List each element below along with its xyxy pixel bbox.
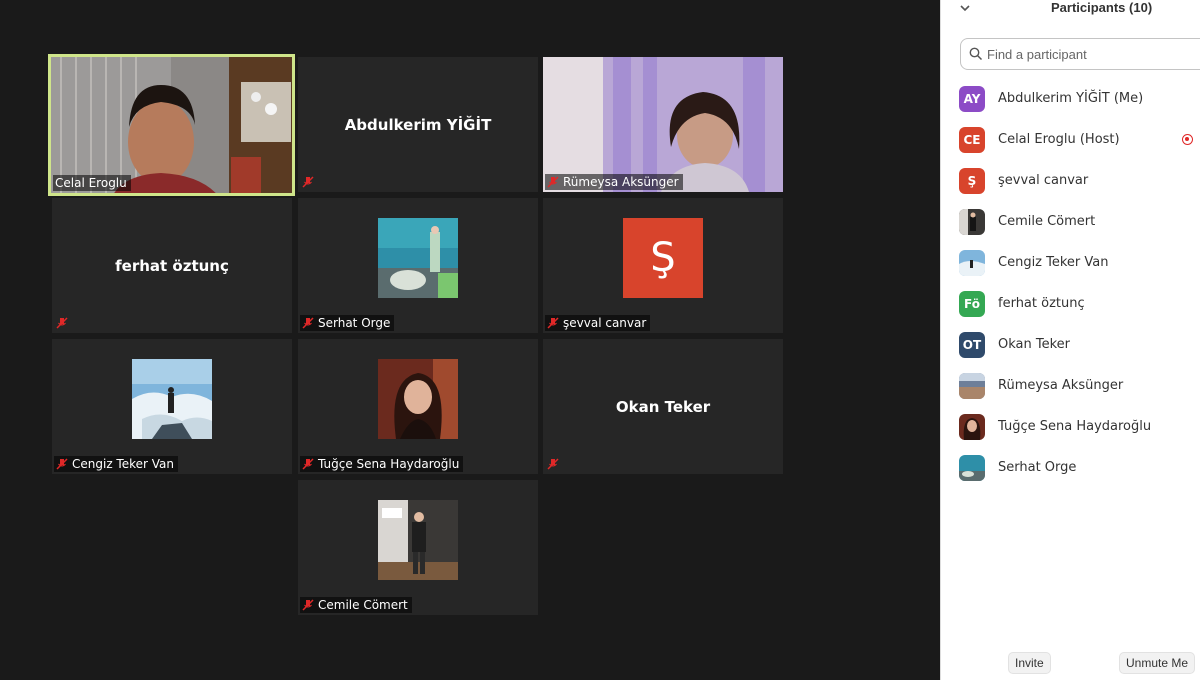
tile-caption: Cengiz Teker Van bbox=[54, 456, 178, 472]
tile-caption bbox=[545, 456, 563, 472]
tile-center-name: Okan Teker bbox=[615, 397, 711, 416]
tile-name-label: Rümeysa Aksünger bbox=[563, 175, 679, 189]
unmute-me-button[interactable]: Unmute Me bbox=[1119, 652, 1196, 674]
cengiz-profile-picture bbox=[132, 358, 212, 439]
tile-name-label: Tuğçe Sena Haydaroğlu bbox=[318, 457, 460, 471]
avatar-initials: Ş bbox=[967, 173, 977, 188]
tile-caption: şevval canvar bbox=[545, 315, 651, 331]
participant-row[interactable]: Fö ferhat öztunç bbox=[941, 283, 1200, 324]
participant-row[interactable]: Ş şevval canvar bbox=[941, 160, 1200, 201]
participant-name: Abdulkerim YİĞİT (Me) bbox=[998, 91, 1144, 106]
video-tile-serhat[interactable]: Serhat Orge bbox=[298, 198, 538, 333]
video-tile-tugce[interactable]: Tuğçe Sena Haydaroğlu bbox=[298, 339, 538, 474]
invite-button[interactable]: Invite bbox=[1008, 652, 1051, 674]
tile-name-label: Cengiz Teker Van bbox=[72, 457, 174, 471]
participant-row[interactable]: CE Celal Eroglu (Host) bbox=[941, 119, 1200, 160]
cemile-profile-picture bbox=[378, 499, 458, 580]
participant-search[interactable] bbox=[960, 38, 1200, 70]
tile-center-name: Abdulkerim YİĞİT bbox=[344, 115, 492, 134]
tile-name-label: Celal Eroglu bbox=[55, 176, 127, 190]
avatar bbox=[959, 454, 985, 481]
participant-name: Cengiz Teker Van bbox=[998, 255, 1109, 270]
video-tile-cemile[interactable]: Cemile Cömert bbox=[298, 480, 538, 615]
participant-name: Rümeysa Aksünger bbox=[998, 378, 1124, 393]
avatar: CE bbox=[959, 126, 985, 153]
avatar bbox=[959, 413, 985, 440]
panel-header: Participants (10) bbox=[941, 0, 1200, 22]
video-tile-ferhat[interactable]: ferhat öztunç bbox=[52, 198, 292, 333]
panel-title: Participants (10) bbox=[1051, 0, 1153, 15]
participant-name: Tuğçe Sena Haydaroğlu bbox=[998, 419, 1152, 434]
tile-name-label: Serhat Orge bbox=[318, 316, 391, 330]
avatar-initials: AY bbox=[963, 91, 981, 106]
avatar-initials: Fö bbox=[964, 296, 980, 311]
tile-center-name: ferhat öztunç bbox=[115, 256, 229, 275]
tile-caption: Serhat Orge bbox=[300, 315, 395, 331]
avatar-initials: OT bbox=[962, 337, 982, 352]
participant-name: Okan Teker bbox=[998, 337, 1071, 352]
tile-name-label: Cemile Cömert bbox=[318, 598, 408, 612]
recording-icon bbox=[1182, 134, 1193, 145]
participant-name: ferhat öztunç bbox=[998, 296, 1085, 311]
muted-mic-icon bbox=[302, 458, 314, 470]
muted-mic-icon bbox=[547, 317, 559, 329]
tile-caption: Rümeysa Aksünger bbox=[545, 174, 683, 190]
tile-caption: Cemile Cömert bbox=[300, 597, 412, 613]
participant-name: Serhat Orge bbox=[998, 460, 1077, 475]
tile-caption bbox=[300, 174, 318, 190]
serhat-profile-picture bbox=[378, 217, 458, 298]
avatar bbox=[959, 249, 985, 276]
muted-mic-icon bbox=[302, 176, 314, 188]
avatar bbox=[959, 208, 985, 235]
muted-mic-icon bbox=[547, 458, 559, 470]
tile-caption: Celal Eroglu bbox=[53, 175, 131, 191]
muted-mic-icon bbox=[302, 317, 314, 329]
rumeysa-video-image bbox=[543, 57, 783, 192]
avatar-letter: Ş bbox=[650, 234, 676, 281]
participant-list: AY Abdulkerim YİĞİT (Me) CE Celal Eroglu… bbox=[941, 78, 1200, 488]
participant-row[interactable]: Cengiz Teker Van bbox=[941, 242, 1200, 283]
participant-row[interactable]: Rümeysa Aksünger bbox=[941, 365, 1200, 406]
avatar: AY bbox=[959, 85, 985, 112]
participant-row[interactable]: OT Okan Teker bbox=[941, 324, 1200, 365]
tugce-profile-picture bbox=[378, 358, 458, 439]
muted-mic-icon bbox=[56, 317, 68, 329]
muted-mic-icon bbox=[302, 599, 314, 611]
participant-name: Celal Eroglu (Host) bbox=[998, 132, 1120, 147]
avatar-initials: CE bbox=[963, 132, 981, 147]
video-tile-okan[interactable]: Okan Teker bbox=[543, 339, 783, 474]
participants-panel: Participants (10) AY Abdulkerim YİĞİT (M… bbox=[940, 0, 1200, 680]
chevron-down-icon[interactable] bbox=[959, 2, 971, 14]
video-tile-rumeysa[interactable]: Rümeysa Aksünger bbox=[543, 57, 783, 192]
participant-row[interactable]: Cemile Cömert bbox=[941, 201, 1200, 242]
video-tile-cengiz[interactable]: Cengiz Teker Van bbox=[52, 339, 292, 474]
sevval-avatar: Ş bbox=[623, 217, 703, 298]
avatar: Fö bbox=[959, 290, 985, 317]
participant-name: Cemile Cömert bbox=[998, 214, 1096, 229]
tile-caption bbox=[54, 315, 72, 331]
search-input[interactable] bbox=[987, 46, 1187, 62]
search-icon bbox=[969, 47, 983, 61]
muted-mic-icon bbox=[547, 176, 559, 188]
muted-mic-icon bbox=[56, 458, 68, 470]
participant-row[interactable]: Serhat Orge bbox=[941, 447, 1200, 488]
tile-caption: Tuğçe Sena Haydaroğlu bbox=[300, 456, 464, 472]
tile-name-label: şevval canvar bbox=[563, 316, 647, 330]
avatar: OT bbox=[959, 331, 985, 358]
video-tile-abdulkerim[interactable]: Abdulkerim YİĞİT bbox=[298, 57, 538, 192]
video-gallery: Celal Eroglu Abdulkerim YİĞİT Rümeysa Ak… bbox=[0, 0, 940, 680]
avatar: Ş bbox=[959, 167, 985, 194]
participant-row[interactable]: AY Abdulkerim YİĞİT (Me) bbox=[941, 78, 1200, 119]
avatar bbox=[959, 372, 985, 399]
video-tile-sevval[interactable]: Ş şevval canvar bbox=[543, 198, 783, 333]
participant-row[interactable]: Tuğçe Sena Haydaroğlu bbox=[941, 406, 1200, 447]
video-tile-celal[interactable]: Celal Eroglu bbox=[48, 54, 295, 196]
participant-name: şevval canvar bbox=[998, 173, 1089, 188]
